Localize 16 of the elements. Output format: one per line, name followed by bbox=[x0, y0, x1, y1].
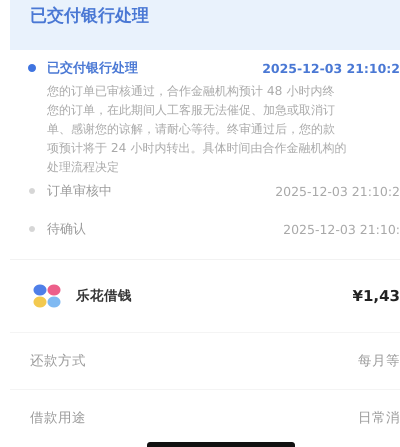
step-time: 2025-12-03 21:10: bbox=[283, 222, 400, 236]
step-time: 2025-12-03 21:10:2 bbox=[262, 60, 400, 76]
status-title: 已交付银行处理 bbox=[30, 5, 150, 27]
lender-name: 乐花借钱 bbox=[76, 287, 132, 305]
petal-logo-icon bbox=[33, 284, 61, 308]
step-time: 2025-12-03 21:10:2 bbox=[275, 184, 400, 198]
detail-label: 借款用途 bbox=[30, 409, 86, 427]
detail-label: 还款方式 bbox=[30, 352, 86, 370]
step-description: 您的订单已审核通过，合作金融机构预计 48 小时内终 您的订单，在此期间人工客服无法催促、加急或取消订 单、感谢您的谅解，请耐心等待。终审通过后，您的款 项预计将于 24 小时内转出。具体时间由合作金融机构的 处理流程决定 bbox=[47, 83, 348, 176]
detail-value: 每月等 bbox=[358, 352, 400, 370]
home-indicator[interactable] bbox=[147, 442, 295, 447]
step-title: 待确认 bbox=[47, 221, 86, 238]
step-title: 订单审核中 bbox=[47, 183, 112, 200]
step-title: 已交付银行处理 bbox=[47, 60, 138, 77]
loan-amount: ¥1,43 bbox=[352, 287, 400, 305]
detail-value: 日常消 bbox=[358, 409, 400, 427]
